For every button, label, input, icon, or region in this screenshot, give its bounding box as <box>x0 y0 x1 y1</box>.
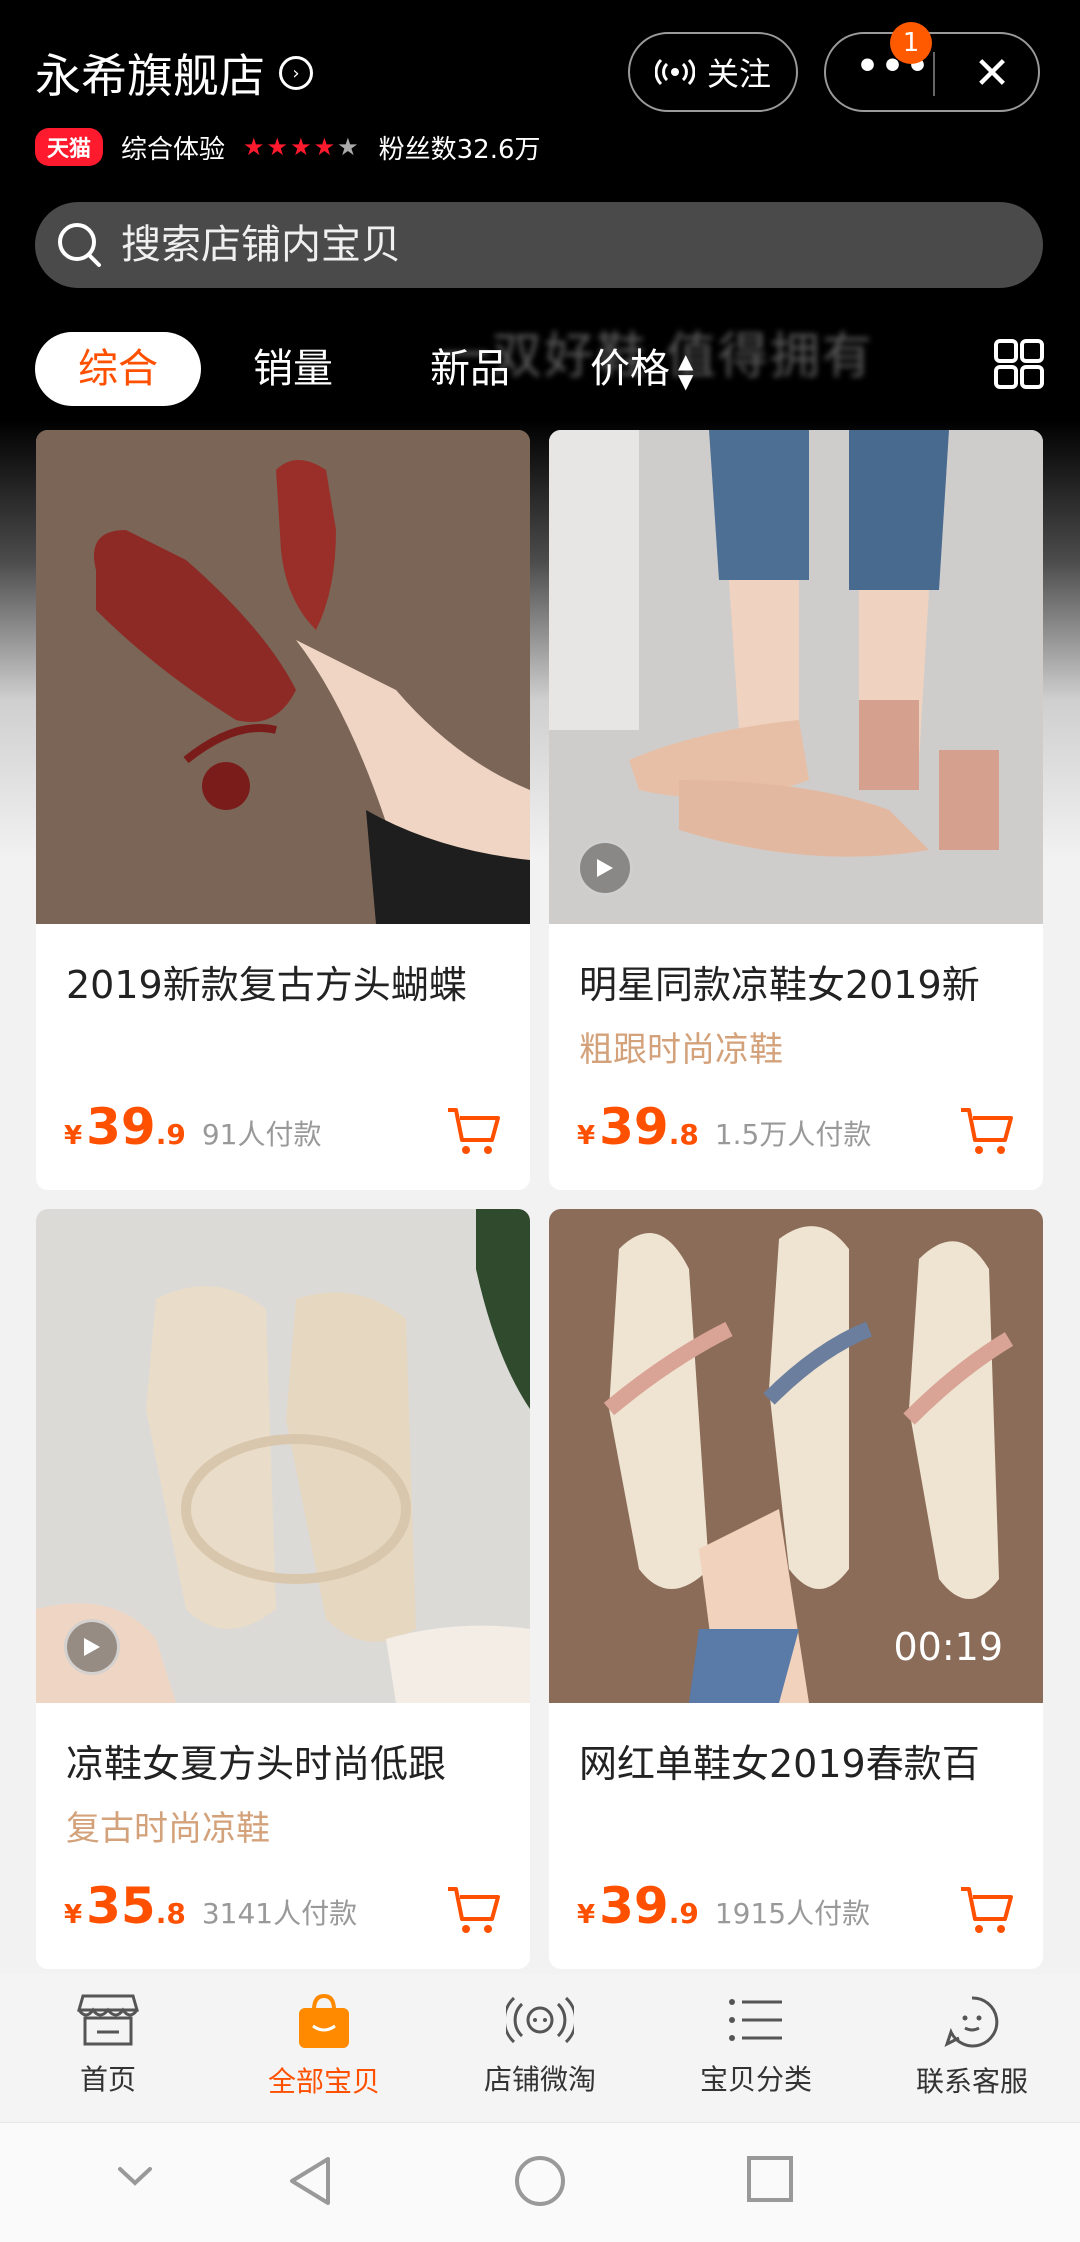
product-card[interactable]: 明星同款凉鞋女2019新 粗跟时尚凉鞋 ¥ 39 .8 1.5万人付款 <box>549 430 1043 1190</box>
price-integer: 35 <box>86 1877 156 1935</box>
nav-all-items[interactable]: 全部宝贝 <box>216 1974 432 2122</box>
paid-count: 91人付款 <box>201 1118 322 1151</box>
paid-count: 1.5万人付款 <box>714 1118 872 1151</box>
price-row: ¥ 39 .9 91人付款 <box>64 1098 321 1156</box>
cart-icon[interactable] <box>446 1106 502 1158</box>
price-decimal: .8 <box>668 1118 699 1151</box>
video-duration: 00:19 <box>893 1625 1003 1669</box>
price-integer: 39 <box>599 1098 669 1156</box>
nav-home[interactable]: 首页 <box>0 1974 216 2122</box>
product-card[interactable]: 凉鞋女夏方头时尚低跟 复古时尚凉鞋 ¥ 35 .8 3141人付款 <box>36 1209 530 1969</box>
back-icon[interactable] <box>284 2153 336 2209</box>
store-name[interactable]: 永希旗舰店 <box>35 40 265 106</box>
bottom-nav: 首页 全部宝贝 店铺微淘 宝贝分类 联系客服 <box>0 1974 1080 2122</box>
video-play-icon[interactable] <box>64 1619 120 1675</box>
store-title[interactable]: 永希旗舰店 › <box>35 40 313 106</box>
product-subtitle: 粗跟时尚凉鞋 <box>579 1030 783 1070</box>
currency-symbol: ¥ <box>64 1900 83 1930</box>
hide-keyboard-icon[interactable] <box>112 2153 158 2199</box>
search-input[interactable] <box>121 222 971 268</box>
nav-category[interactable]: 宝贝分类 <box>648 1974 864 2122</box>
product-image[interactable]: 00:19 <box>549 1209 1043 1703</box>
broadcast-icon <box>506 1996 574 2044</box>
paid-count: 1915人付款 <box>714 1897 871 1930</box>
search-icon <box>58 223 101 267</box>
price-integer: 39 <box>599 1877 669 1935</box>
nav-weitao[interactable]: 店铺微淘 <box>432 1974 648 2122</box>
price-row: ¥ 35 .8 3141人付款 <box>64 1877 357 1935</box>
follow-button[interactable]: 关注 <box>628 32 798 112</box>
product-title[interactable]: 明星同款凉鞋女2019新 <box>579 954 1029 1009</box>
tab-comprehensive[interactable]: 综合 <box>35 332 201 406</box>
tab-price[interactable]: 价格 ▲ ▼ <box>590 332 693 406</box>
product-image[interactable] <box>36 430 530 924</box>
tab-price-label: 价格 <box>590 346 670 392</box>
tmall-badge: 天猫 <box>35 128 104 166</box>
rating-label: 综合体验 <box>121 134 226 165</box>
product-image[interactable] <box>549 430 1043 924</box>
price-row: ¥ 39 .9 1915人付款 <box>577 1877 870 1935</box>
search-bar[interactable] <box>35 202 1043 288</box>
fans-count: 粉丝数32.6万 <box>378 134 541 165</box>
nav-category-label: 宝贝分类 <box>699 2063 812 2096</box>
paid-count: 3141人付款 <box>201 1897 358 1930</box>
currency-symbol: ¥ <box>577 1900 596 1930</box>
price-decimal: .8 <box>155 1897 186 1930</box>
sort-tabs: 综合 销量 新品 价格 ▲ ▼ <box>35 332 1045 406</box>
broadcast-icon <box>654 58 695 86</box>
follow-label: 关注 <box>706 55 771 93</box>
sort-arrows-icon: ▲ ▼ <box>678 349 694 393</box>
notification-badge: 1 <box>890 22 932 64</box>
red-mule-heel-image <box>36 430 530 924</box>
rating-stars: ★★★★★ <box>243 133 361 161</box>
tab-new[interactable]: 新品 <box>430 332 510 406</box>
price-decimal: .9 <box>668 1897 699 1930</box>
storefront-icon <box>77 1994 139 2046</box>
cart-icon[interactable] <box>959 1106 1015 1158</box>
system-navigation-bar <box>0 2122 1080 2242</box>
nav-weitao-label: 店铺微淘 <box>483 2063 596 2096</box>
video-play-icon[interactable] <box>577 840 633 896</box>
cart-icon[interactable] <box>446 1885 502 1937</box>
store-header: 永希旗舰店 › 天猫 综合体验 ★★★★★ 粉丝数32.6万 关注 ••• ✕ … <box>0 0 1080 440</box>
nav-customer-service[interactable]: 联系客服 <box>864 1974 1080 2122</box>
chat-face-icon <box>944 1996 999 2048</box>
grid-view-icon[interactable] <box>993 338 1045 390</box>
capsule-menu: ••• ✕ <box>824 32 1040 112</box>
nav-customer-service-label: 联系客服 <box>915 2065 1028 2098</box>
price-row: ¥ 39 .8 1.5万人付款 <box>577 1098 871 1156</box>
close-icon[interactable]: ✕ <box>962 44 1022 104</box>
store-meta: 天猫 综合体验 ★★★★★ 粉丝数32.6万 <box>35 128 541 166</box>
recents-icon[interactable] <box>744 2153 796 2205</box>
nav-all-items-label: 全部宝贝 <box>267 2065 380 2098</box>
list-icon <box>729 1999 782 2041</box>
capsule-divider <box>933 52 935 96</box>
shopping-bag-icon <box>299 1993 349 2048</box>
price-integer: 39 <box>86 1098 156 1156</box>
home-icon[interactable] <box>512 2153 568 2209</box>
price-decimal: .9 <box>155 1118 186 1151</box>
product-image[interactable] <box>36 1209 530 1703</box>
chevron-right-icon[interactable]: › <box>279 56 313 90</box>
product-title[interactable]: 网红单鞋女2019春款百 <box>579 1733 1029 1788</box>
tab-sales[interactable]: 销量 <box>253 332 333 406</box>
currency-symbol: ¥ <box>577 1121 596 1151</box>
product-title[interactable]: 凉鞋女夏方头时尚低跟 <box>66 1733 516 1788</box>
product-subtitle: 复古时尚凉鞋 <box>66 1809 270 1849</box>
nav-home-label: 首页 <box>79 2063 136 2096</box>
product-card[interactable]: 00:19 网红单鞋女2019春款百 ¥ 39 .9 1915人付款 <box>549 1209 1043 1969</box>
cart-icon[interactable] <box>959 1885 1015 1937</box>
currency-symbol: ¥ <box>64 1121 83 1151</box>
product-card[interactable]: 2019新款复古方头蝴蝶 ¥ 39 .9 91人付款 <box>36 430 530 1190</box>
product-title[interactable]: 2019新款复古方头蝴蝶 <box>66 954 516 1009</box>
